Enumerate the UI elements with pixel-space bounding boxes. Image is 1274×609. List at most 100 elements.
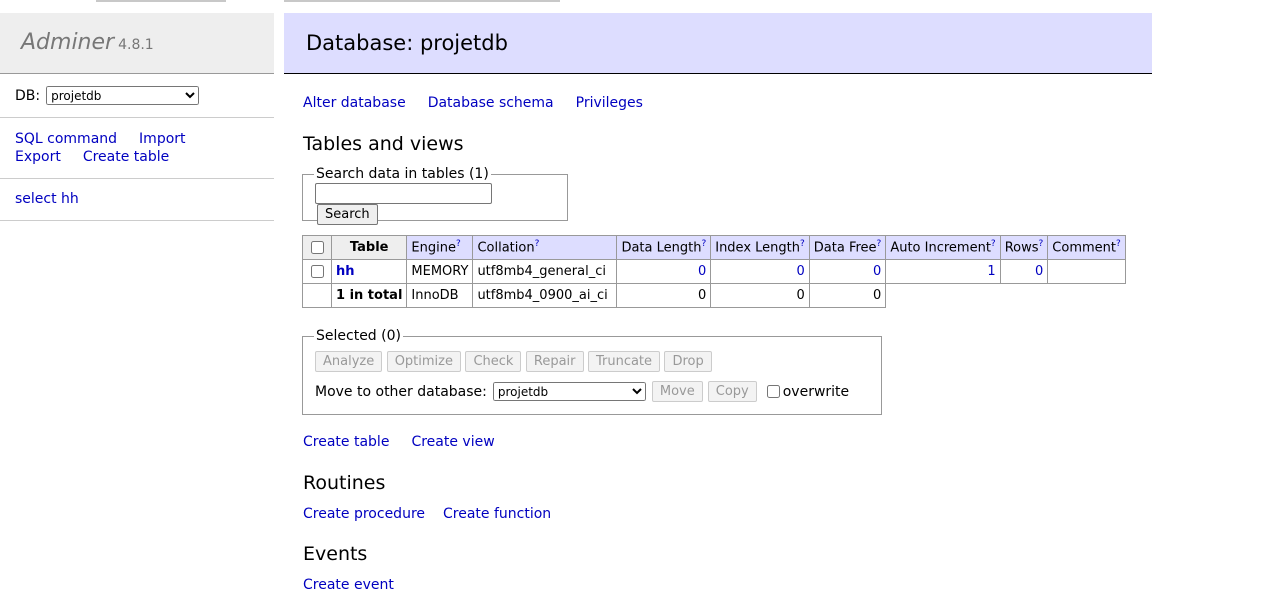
sql-command-link[interactable]: SQL command [15, 131, 117, 147]
index-length-link[interactable]: 0 [797, 264, 805, 279]
engine-cell: MEMORY [406, 259, 474, 284]
overwrite-checkbox[interactable] [766, 385, 780, 398]
data-length-link[interactable]: 0 [698, 264, 706, 279]
col-engine[interactable]: Engine? [406, 235, 474, 260]
analyze-button[interactable]: Analyze [315, 351, 383, 372]
db-label: DB: [15, 87, 41, 104]
overwrite-label[interactable]: overwrite [783, 384, 849, 400]
move-button[interactable]: Move [651, 381, 703, 402]
col-rows[interactable]: Rows? [999, 235, 1049, 260]
search-button[interactable]: Search [317, 204, 378, 225]
routines-heading: Routines [303, 472, 386, 494]
data-free-link[interactable]: 0 [873, 264, 881, 279]
help-icon[interactable]: ? [701, 239, 706, 249]
table-name-link[interactable]: hh [336, 264, 355, 279]
help-icon[interactable]: ? [1116, 239, 1121, 249]
optimize-button[interactable]: Optimize [386, 351, 461, 372]
alter-database-link[interactable]: Alter database [303, 95, 406, 111]
selected-legend[interactable]: Selected (0) [314, 328, 403, 344]
row-checkbox-cell [302, 259, 332, 284]
repair-button[interactable]: Repair [525, 351, 584, 372]
maintenance-buttons: Analyze Optimize Check Repair Truncate D… [315, 351, 869, 372]
total-data-length: 0 [616, 283, 712, 308]
export-link[interactable]: Export [15, 149, 61, 165]
help-icon[interactable]: ? [877, 239, 882, 249]
sidebar-links: SQL command Import Export Create table [0, 118, 274, 179]
help-icon[interactable]: ? [456, 239, 461, 249]
app-logo[interactable]: Adminer 4.8.1 [0, 13, 274, 74]
auto-increment-link[interactable]: 1 [987, 264, 995, 279]
data-length-cell: 0 [616, 259, 712, 284]
check-button[interactable]: Check [465, 351, 522, 372]
help-icon[interactable]: ? [800, 239, 805, 249]
db-selector: DB: projetdb [0, 74, 274, 118]
total-data-free: 0 [808, 283, 887, 308]
row-checkbox[interactable] [310, 265, 324, 278]
drop-button[interactable]: Drop [664, 351, 712, 372]
page-title: Database: projetdb [284, 13, 1152, 74]
create-links: Create table Create view [303, 434, 517, 450]
total-blank [1048, 284, 1125, 308]
events-heading: Events [303, 543, 368, 565]
comment-cell [1047, 259, 1126, 284]
sidebar: Adminer 4.8.1 DB: projetdb SQL command Imp… [0, 13, 274, 221]
select-all-checkbox[interactable] [310, 241, 324, 254]
database-schema-link[interactable]: Database schema [428, 95, 554, 111]
tables-heading: Tables and views [303, 133, 464, 155]
routines-links: Create procedure Create function [303, 506, 573, 522]
create-table-link[interactable]: Create table [303, 434, 389, 450]
col-index-length[interactable]: Index Length? [710, 235, 810, 260]
table-header-row: Table Engine? Collation? Data Length? In… [302, 235, 1126, 260]
search-legend[interactable]: Search data in tables (1) [314, 166, 491, 182]
top-scroll-indicator [96, 0, 226, 2]
help-icon[interactable]: ? [991, 239, 996, 249]
auto-increment-cell: 1 [885, 259, 1001, 284]
col-collation[interactable]: Collation? [472, 235, 618, 260]
total-collation: utf8mb4_0900_ai_ci [472, 283, 618, 308]
privileges-link[interactable]: Privileges [576, 95, 643, 111]
total-label: 1 in total [330, 283, 408, 308]
events-links: Create event [303, 577, 416, 593]
create-view-link[interactable]: Create view [411, 434, 494, 450]
tables-table: Table Engine? Collation? Data Length? In… [302, 235, 1126, 308]
col-auto-increment[interactable]: Auto Increment? [885, 235, 1001, 260]
app-name[interactable]: Adminer [21, 30, 114, 55]
total-blank [886, 284, 1000, 308]
search-input[interactable] [315, 183, 492, 204]
help-icon[interactable]: ? [535, 239, 540, 249]
total-empty-cell [302, 283, 332, 308]
truncate-button[interactable]: Truncate [587, 351, 661, 372]
main-content: Database: projetdb [284, 13, 1152, 74]
move-row: Move to other database: projetdb Move Co… [315, 381, 869, 402]
import-link[interactable]: Import [139, 131, 185, 147]
create-function-link[interactable]: Create function [443, 506, 551, 522]
copy-button[interactable]: Copy [707, 381, 757, 402]
rows-cell: 0 [999, 259, 1049, 284]
total-index-length: 0 [710, 283, 810, 308]
db-links: Alter database Database schema Privileges [303, 95, 665, 111]
col-comment[interactable]: Comment? [1047, 235, 1126, 260]
total-row: 1 in total InnoDB utf8mb4_0900_ai_ci 0 0… [302, 283, 1126, 308]
top-scroll-indicator-2 [284, 0, 560, 2]
total-blank [1000, 284, 1048, 308]
collation-cell: utf8mb4_general_ci [472, 259, 618, 284]
create-event-link[interactable]: Create event [303, 577, 394, 593]
sidebar-item-hh[interactable]: select hh [15, 191, 79, 207]
selected-fieldset: Selected (0) Analyze Optimize Check Repa… [302, 328, 882, 415]
move-target-select[interactable]: projetdb [492, 382, 646, 401]
db-select[interactable]: projetdb [46, 86, 200, 105]
help-icon[interactable]: ? [1039, 239, 1044, 249]
total-engine: InnoDB [406, 283, 474, 308]
create-procedure-link[interactable]: Create procedure [303, 506, 425, 522]
sidebar-tables: select hh [0, 179, 274, 221]
search-fieldset: Search data in tables (1) Search [302, 166, 568, 225]
rows-link[interactable]: 0 [1035, 264, 1043, 279]
app-version: 4.8.1 [118, 37, 154, 53]
col-table: Table [330, 235, 408, 260]
sidebar-create-table-link[interactable]: Create table [83, 149, 169, 165]
col-data-length[interactable]: Data Length? [616, 235, 712, 260]
data-free-cell: 0 [808, 259, 887, 284]
move-label: Move to other database: [315, 383, 487, 400]
table-name-cell: hh [330, 259, 408, 284]
col-data-free[interactable]: Data Free? [808, 235, 887, 260]
